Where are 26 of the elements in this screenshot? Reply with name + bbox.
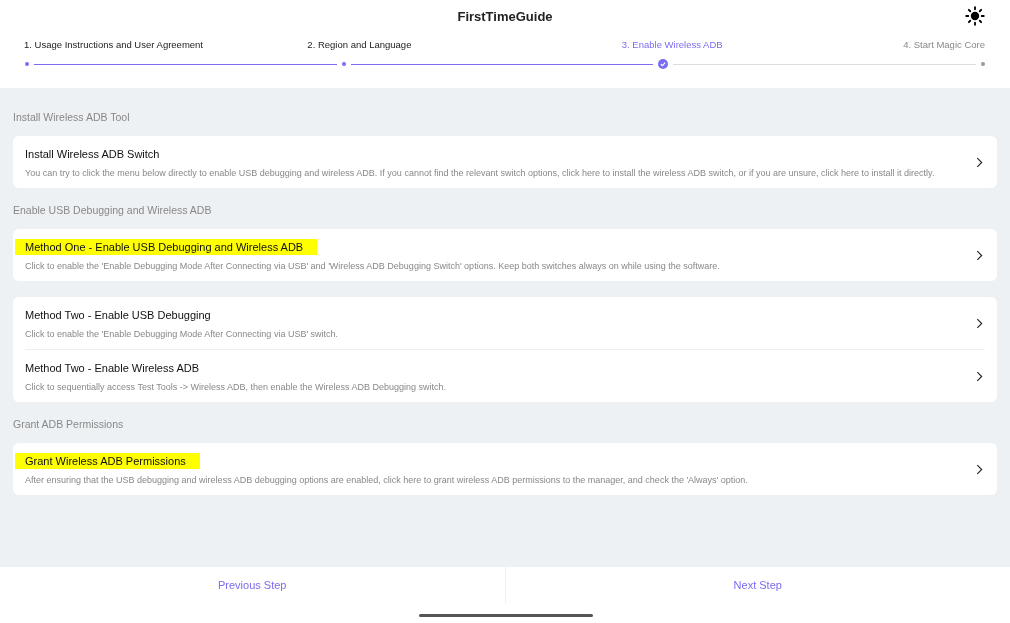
step-label: 2. Region and Language xyxy=(307,39,412,52)
next-step-button[interactable]: Next Step xyxy=(505,567,1010,603)
chevron-right-icon[interactable] xyxy=(976,156,983,168)
theme-sun-icon[interactable] xyxy=(965,6,985,26)
section-heading: Install Wireless ADB Tool xyxy=(13,111,131,123)
item-description: After ensuring that the USB debugging and wireless ADB debugging options are enabled, click here to grant wireless ADB permissions to the manager, and check the 'Always' option. xyxy=(25,474,749,487)
item-description: Click to enable the 'Enable Debugging Mode After Connecting via USB' switch. xyxy=(25,328,340,341)
item-title[interactable]: Method One - Enable USB Debugging and Wireless ADB xyxy=(15,239,318,255)
previous-step-button[interactable]: Previous Step xyxy=(0,567,505,603)
chevron-right-icon[interactable] xyxy=(976,249,983,261)
section-heading: Enable USB Debugging and Wireless ADB xyxy=(13,204,213,216)
chevron-right-icon[interactable] xyxy=(976,463,983,475)
step-label: 4. Start Magic Core xyxy=(903,39,985,52)
item-description: Click to enable the 'Enable Debugging Mode After Connecting via USB' and 'Wireless ADB Debugging Switch' options. Keep both switches always on while using the software. xyxy=(25,260,721,273)
step-label: 1. Usage Instructions and User Agreement xyxy=(24,39,203,52)
window-title: FirstTimeGuide xyxy=(457,8,553,24)
chevron-right-icon[interactable] xyxy=(976,317,983,329)
chevron-right-icon[interactable] xyxy=(976,370,983,382)
item-title[interactable]: Method Two - Enable Wireless ADB xyxy=(23,361,202,375)
item-description: You can try to click the menu below directly to enable USB debugging and wireless ADB. If you cannot find the relevant switch options, click here to install the wireless ADB switch, or if you are unsure, click here to install it directly. xyxy=(25,167,936,180)
item-description: Click to sequentially access Test Tools -> Wireless ADB, then enable the Wireless ADB Debugging switch. xyxy=(25,381,448,394)
item-title[interactable]: Method Two - Enable USB Debugging xyxy=(23,308,213,322)
item-title[interactable]: Grant Wireless ADB Permissions xyxy=(15,453,200,469)
step-label: 3. Enable Wireless ADB xyxy=(621,39,723,52)
item-title[interactable]: Install Wireless ADB Switch xyxy=(23,147,162,161)
section-heading: Grant ADB Permissions xyxy=(13,418,125,430)
